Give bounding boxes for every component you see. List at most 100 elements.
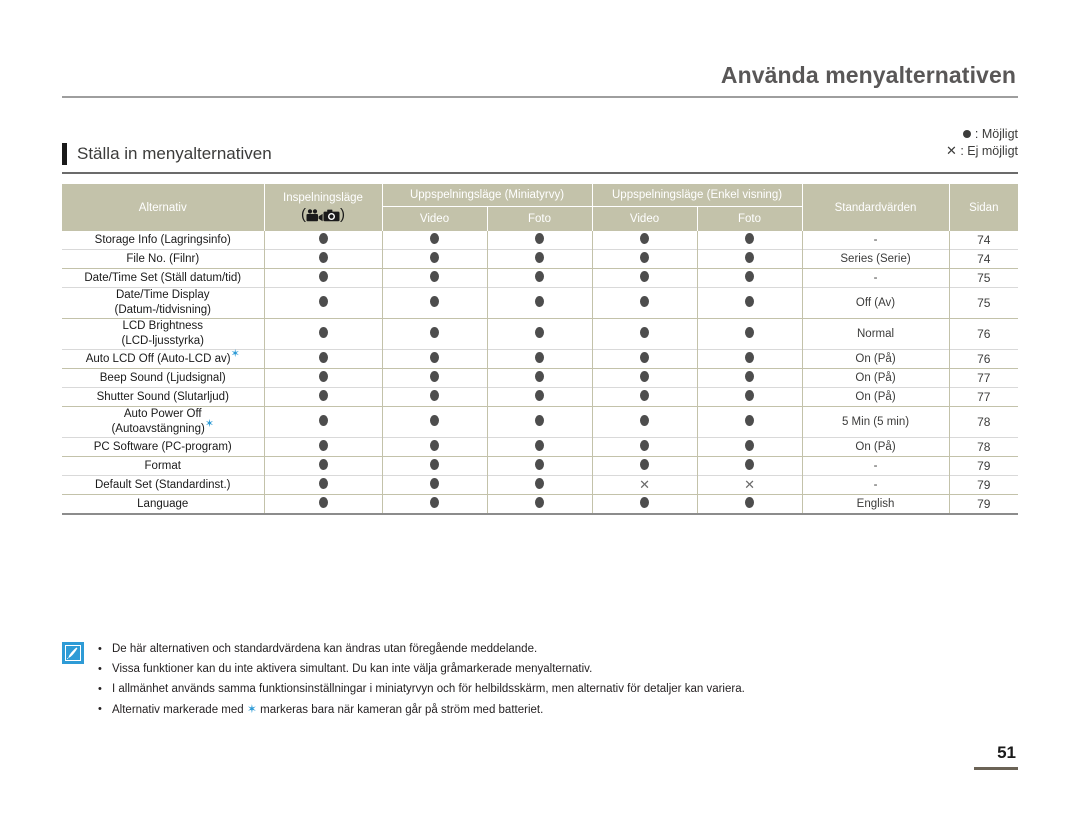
cell-option-label: Shutter Sound (Slutarljud) (62, 387, 265, 407)
table-row: Language English 79 (62, 494, 1019, 513)
cell-page-reference: 75 (949, 287, 1019, 319)
available-dot-icon (535, 233, 544, 244)
available-dot-icon (318, 497, 328, 508)
cell-recording-mode (264, 231, 383, 250)
available-dot-icon (430, 352, 439, 363)
cell-thumb-photo (487, 349, 593, 369)
available-dot-icon (318, 390, 328, 401)
available-dot-icon (430, 371, 439, 382)
available-dot-icon (745, 459, 755, 470)
cell-single-video (592, 231, 698, 250)
cell-thumb-video (382, 456, 488, 476)
cell-recording-mode (264, 268, 383, 288)
available-dot-icon (318, 459, 328, 470)
available-dot-icon (745, 390, 755, 401)
cell-recording-mode (264, 387, 383, 407)
note-item: De här alternativen och standardvärdena … (96, 640, 1018, 658)
available-dot-icon (318, 478, 328, 489)
available-dot-icon (535, 415, 544, 426)
available-dot-icon (535, 296, 544, 307)
table-row: File No. (Filnr) Series (Serie) 74 (62, 249, 1019, 269)
page-title: Använda menyalternativen (720, 62, 1016, 88)
cell-thumb-video (382, 249, 488, 269)
table-header-row-1: Alternativ Inspelningsläge () Uppspelnin… (62, 184, 1019, 231)
cell-single-video (592, 387, 698, 407)
cell-single-photo (697, 387, 803, 407)
photo-camera-icon (323, 209, 340, 222)
available-dot-icon (640, 271, 650, 282)
cell-option-label: File No. (Filnr) (62, 249, 265, 269)
table-row: Format -79 (62, 456, 1019, 476)
table-row: Date/Time Display (Datum-/tidvisning) Off … (62, 287, 1019, 319)
document-page: Använda menyalternativen : Möjligt ✕ : E… (0, 0, 1080, 825)
cell-thumb-video (382, 494, 488, 513)
cell-option-label: Default Set (Standardinst.) (62, 475, 265, 495)
cell-thumb-photo (487, 268, 593, 288)
notes-list: De här alternativen och standardvärdena … (96, 640, 1018, 721)
cell-page-reference: 79 (949, 475, 1019, 495)
cell-recording-mode (264, 287, 383, 319)
cell-thumb-video (382, 406, 488, 438)
available-dot-icon (745, 327, 755, 338)
cell-recording-mode (264, 494, 383, 513)
cell-option-label: LCD Brightness (LCD-ljusstyrka) (62, 318, 265, 350)
available-dot-icon (640, 440, 650, 451)
cell-single-photo (697, 494, 803, 513)
section-heading: Ställa in menyalternativen (62, 140, 1018, 174)
section-divider (62, 172, 1018, 174)
available-dot-icon (535, 497, 544, 508)
cell-thumb-photo (487, 437, 593, 457)
available-dot-icon (318, 296, 328, 307)
cell-default-value: - (802, 475, 950, 495)
unavailable-cross-icon: ✕ (639, 477, 650, 492)
col-header-thumb-photo: Foto (486, 206, 593, 231)
menu-options-table-wrapper: Alternativ Inspelningsläge () Uppspelnin… (62, 184, 1019, 515)
available-dot-icon (745, 252, 755, 263)
col-header-single-video: Video (591, 206, 698, 231)
available-dot-icon (745, 271, 755, 282)
battery-note-star-icon: ✶ (204, 418, 215, 431)
cell-thumb-photo (487, 368, 593, 388)
cell-single-video: ✕ (592, 475, 698, 495)
cell-recording-mode (264, 249, 383, 269)
cell-default-value: - (802, 268, 950, 288)
available-dot-icon (640, 459, 650, 470)
cell-recording-mode (264, 456, 383, 476)
cell-thumb-photo (487, 287, 593, 319)
section-marker-bar (62, 143, 67, 165)
col-header-defaults: Standardvärden (801, 184, 950, 231)
cell-thumb-video (382, 349, 488, 369)
cell-single-video (592, 494, 698, 513)
notes-block: De här alternativen och standardvärdena … (62, 640, 1018, 721)
available-dot-icon (535, 352, 544, 363)
cell-single-video (592, 349, 698, 369)
available-dot-icon (535, 440, 544, 451)
note-pen-icon (62, 642, 84, 664)
cell-page-reference: 78 (949, 437, 1019, 457)
col-header-playback-single: Uppspelningsläge (Enkel visning) (591, 184, 803, 207)
video-camera-icon (306, 209, 323, 222)
cell-single-photo (697, 287, 803, 319)
menu-options-table: Alternativ Inspelningsläge () Uppspelnin… (62, 184, 1019, 513)
available-dot-icon (745, 440, 755, 451)
cell-single-photo: ✕ (697, 475, 803, 495)
cell-default-value: 5 Min (5 min) (802, 406, 950, 438)
cell-page-reference: 76 (949, 318, 1019, 350)
available-dot-icon (535, 371, 544, 382)
available-dot-icon (318, 252, 328, 263)
cell-page-reference: 77 (949, 387, 1019, 407)
available-dot-icon (430, 296, 439, 307)
table-bottom-divider (62, 513, 1018, 515)
available-dot-icon (430, 390, 439, 401)
cell-single-video (592, 249, 698, 269)
cell-single-photo (697, 437, 803, 457)
cell-thumb-photo (487, 231, 593, 250)
cell-thumb-photo (487, 318, 593, 350)
cell-option-label: Auto LCD Off (Auto-LCD av)✶ (62, 348, 265, 369)
available-dot-icon (640, 252, 650, 263)
available-dot-icon (640, 352, 650, 363)
document-header: Använda menyalternativen (62, 60, 1018, 98)
cell-thumb-video (382, 387, 488, 407)
col-header-page: Sidan (948, 184, 1019, 231)
cell-default-value: On (På) (802, 368, 950, 388)
